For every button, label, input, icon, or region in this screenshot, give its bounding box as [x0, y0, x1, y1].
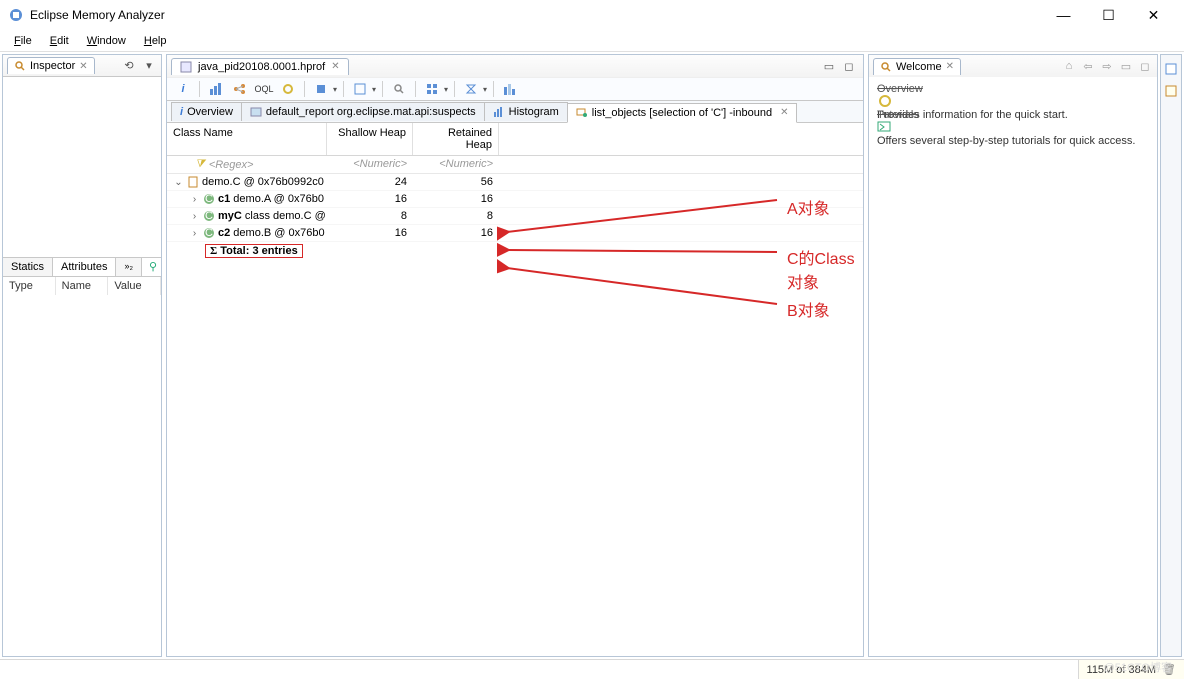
watermark: @51CTO博客 — [1104, 659, 1172, 675]
svg-text:C: C — [205, 227, 213, 239]
row-label: demo.C @ 0x76b0992c0 — [202, 176, 324, 188]
tutorials-desc: Offers several step-by-step tutorials fo… — [877, 135, 1149, 147]
tab-overview[interactable]: iOverview — [171, 102, 242, 121]
find-icon[interactable] — [389, 80, 409, 98]
titlebar: Eclipse Memory Analyzer ― ☐ ✕ — [0, 0, 1184, 30]
app-title: Eclipse Memory Analyzer — [30, 8, 1041, 22]
forward-icon[interactable]: ⇨ — [1099, 58, 1115, 74]
welcome-pane: Welcome ✕ ⌂ ⇦ ⇨ ▭ ◻ Overview Provides in… — [868, 54, 1158, 657]
close-icon[interactable]: ✕ — [79, 61, 87, 72]
header-retained[interactable]: Retained Heap — [413, 123, 499, 155]
svg-text:C: C — [205, 193, 213, 205]
class-icon: C — [202, 226, 216, 240]
minimize-button[interactable]: ― — [1041, 1, 1086, 29]
expander-icon[interactable]: ⌄ — [173, 177, 184, 188]
dominator-icon[interactable] — [230, 80, 250, 98]
inner-tabs: iOverview default_report org.eclipse.mat… — [167, 101, 863, 123]
tree-row[interactable]: ›Cc2 demo.B @ 0x76b01616 — [167, 225, 863, 242]
pin-icon[interactable]: ⚲ — [145, 258, 161, 274]
list-icon — [576, 108, 588, 118]
close-icon[interactable]: ✕ — [946, 61, 954, 72]
col-type: Type — [3, 277, 56, 295]
tree-row[interactable]: ⌄demo.C @ 0x76b0992c02456 — [167, 174, 863, 191]
filter-icon: ⧩ — [195, 158, 205, 171]
histogram-icon — [493, 107, 505, 117]
query-icon[interactable] — [350, 80, 370, 98]
notes-icon[interactable] — [1163, 83, 1179, 99]
total-row: Σ Total: 3 entries — [167, 242, 863, 259]
file-tab[interactable]: java_pid20108.0001.hprof ✕ — [171, 58, 349, 75]
inspector-tab[interactable]: Inspector ✕ — [7, 57, 95, 74]
cheatsheet-icon[interactable] — [1163, 61, 1179, 77]
maximize-button[interactable]: ☐ — [1086, 1, 1131, 29]
expander-icon[interactable]: › — [189, 194, 200, 205]
home-icon[interactable]: ⌂ — [1061, 58, 1077, 74]
minimize-view-icon[interactable]: ▭ — [821, 58, 837, 74]
inspector-tab-label: Inspector — [30, 60, 75, 72]
tab-list-objects[interactable]: list_objects [selection of 'C'] -inbound… — [567, 103, 798, 123]
inspector-pane: Inspector ✕ ⟲ ▾ Statics Attributes »₂ ⚲ … — [2, 54, 162, 657]
report-icon — [250, 107, 262, 117]
maximize-icon[interactable]: ◻ — [1137, 58, 1153, 74]
col-name: Name — [56, 277, 109, 295]
annotation-b: B对象 — [787, 297, 830, 321]
app-icon — [8, 7, 24, 23]
statics-tab[interactable]: Statics — [3, 258, 53, 276]
svg-text:C: C — [205, 210, 213, 222]
oql-icon[interactable]: OQL — [254, 80, 274, 98]
search-icon — [14, 60, 26, 72]
row-label: c2 demo.B @ 0x76b0 — [218, 227, 325, 239]
minimize-icon[interactable]: ▭ — [1118, 58, 1134, 74]
menubar: File Edit Window Help — [0, 30, 1184, 52]
file-tab-label: java_pid20108.0001.hprof — [198, 61, 325, 73]
maximize-view-icon[interactable]: ◻ — [841, 58, 857, 74]
tree-row[interactable]: ›CmyC class demo.C @88 — [167, 208, 863, 225]
sigma-icon: Σ — [210, 245, 217, 257]
file-icon — [186, 175, 200, 189]
side-toolbar — [1160, 54, 1182, 657]
row-label: c1 demo.A @ 0x76b0 — [218, 193, 324, 205]
header-classname[interactable]: Class Name — [167, 123, 327, 155]
run-icon[interactable] — [311, 80, 331, 98]
compare-icon[interactable] — [500, 80, 520, 98]
info-icon[interactable]: i — [173, 80, 193, 98]
welcome-tab[interactable]: Welcome ✕ — [873, 58, 961, 75]
group-icon[interactable] — [422, 80, 442, 98]
editor-pane: java_pid20108.0001.hprof ✕ ▭ ◻ i OQL ▾ ▾… — [166, 54, 864, 657]
hprof-icon — [180, 61, 192, 73]
back-icon[interactable]: ⇦ — [1080, 58, 1096, 74]
col-value: Value — [108, 277, 161, 295]
tab-histogram[interactable]: Histogram — [484, 102, 568, 121]
more-tab[interactable]: »₂ — [116, 258, 142, 276]
threads-icon[interactable] — [278, 80, 298, 98]
tree-row[interactable]: ›Cc1 demo.A @ 0x76b01616 — [167, 191, 863, 208]
close-icon[interactable]: ✕ — [780, 107, 788, 118]
tree-header: Class Name Shallow Heap Retained Heap — [167, 123, 863, 156]
histogram-icon[interactable] — [206, 80, 226, 98]
expander-icon[interactable]: › — [189, 228, 200, 239]
tab-default-report[interactable]: default_report org.eclipse.mat.api:suspe… — [241, 102, 485, 121]
close-button[interactable]: ✕ — [1131, 1, 1176, 29]
menu-help[interactable]: Help — [136, 33, 175, 49]
statusbar: 115M of 384M 🗑 — [0, 659, 1184, 679]
overview-icon — [877, 95, 893, 109]
filter-row[interactable]: ⧩<Regex> <Numeric> <Numeric> — [167, 156, 863, 174]
expander-icon[interactable]: › — [189, 211, 200, 222]
tutorials-icon — [877, 121, 893, 135]
menu-edit[interactable]: Edit — [42, 33, 77, 49]
row-label: myC class demo.C @ — [218, 210, 326, 222]
link-icon[interactable]: ⟲ — [121, 58, 137, 74]
class-icon: C — [202, 192, 216, 206]
menu-window[interactable]: Window — [79, 33, 134, 49]
welcome-icon — [880, 61, 892, 73]
menu-file[interactable]: File — [6, 33, 40, 49]
header-shallow[interactable]: Shallow Heap — [327, 123, 413, 155]
menu-icon[interactable]: ▾ — [141, 58, 157, 74]
attributes-tab[interactable]: Attributes — [53, 258, 116, 276]
close-icon[interactable]: ✕ — [331, 61, 339, 72]
editor-toolbar: i OQL ▾ ▾ ▾ ▾ — [167, 77, 863, 101]
class-icon: C — [202, 209, 216, 223]
overview-link[interactable]: Overview — [877, 83, 1149, 95]
calculate-icon[interactable] — [461, 80, 481, 98]
